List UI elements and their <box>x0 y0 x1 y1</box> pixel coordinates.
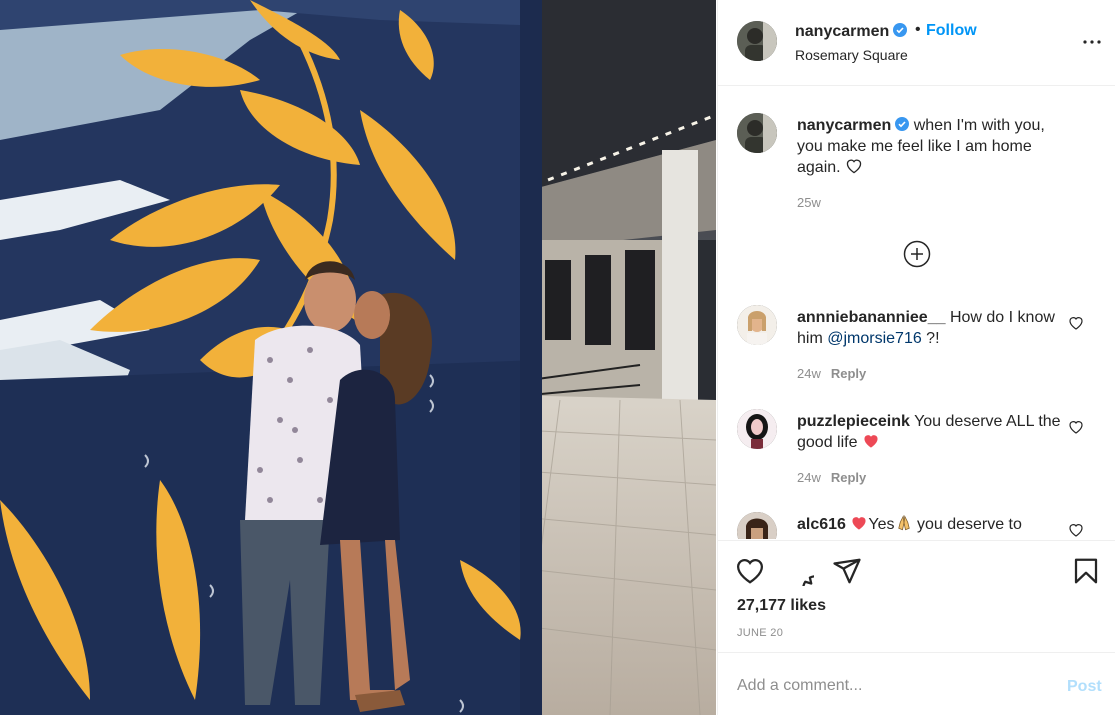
author-username[interactable]: nanycarmen <box>795 23 908 41</box>
verified-badge-icon <box>893 23 908 37</box>
caption-username[interactable]: nanycarmen <box>797 117 891 134</box>
add-comment-bar: Post <box>718 654 1115 715</box>
plus-circle-icon[interactable] <box>903 240 931 268</box>
post-date[interactable]: JUNE 20 <box>737 627 783 639</box>
comments-list[interactable]: nanycarmen when I'm with you, you make m… <box>718 87 1115 539</box>
more-options-icon[interactable] <box>1080 30 1104 54</box>
heart-emoji-icon <box>846 159 862 174</box>
praying-hands-emoji-icon <box>897 514 910 531</box>
comment-text: annniebananniee__ How do I know him @jmo… <box>797 309 1055 347</box>
separator-dot: • <box>915 21 921 38</box>
comment-username[interactable]: annniebananniee__ <box>797 309 946 326</box>
heart-icon[interactable] <box>1068 419 1084 435</box>
comment-text: alc616 Yes you deserve to <box>797 514 1022 533</box>
comment-input[interactable] <box>737 672 1037 700</box>
red-heart-emoji-icon <box>852 517 866 530</box>
comment-meta: 24w Reply <box>797 470 867 485</box>
reply-button[interactable]: Reply <box>831 470 866 485</box>
heart-icon[interactable] <box>735 556 765 586</box>
author-avatar[interactable] <box>737 21 777 61</box>
comment-meta: 24w Reply <box>797 366 867 381</box>
comment-text: puzzlepieceink You deserve ALL the good … <box>797 413 1061 451</box>
likes-count[interactable]: 27,177 likes <box>737 597 826 615</box>
mention-link[interactable]: @jmorsie716 <box>827 330 922 347</box>
post-photo[interactable] <box>0 0 716 715</box>
post-actions: 27,177 likes JUNE 20 <box>718 540 1115 653</box>
post-photo-image <box>0 0 716 715</box>
comment-username[interactable]: puzzlepieceink <box>797 413 910 430</box>
follow-button[interactable]: Follow <box>926 22 977 40</box>
comment-username[interactable]: alc616 <box>797 516 846 533</box>
commenter-avatar[interactable] <box>737 512 777 539</box>
post-location[interactable]: Rosemary Square <box>795 47 908 63</box>
post-comment-button[interactable]: Post <box>1067 678 1102 696</box>
commenter-avatar[interactable] <box>737 409 777 449</box>
verified-badge-icon <box>895 117 910 131</box>
post-header: nanycarmen • Follow Rosemary Square <box>718 0 1115 86</box>
reply-button[interactable]: Reply <box>831 366 866 381</box>
caption-time: 25w <box>797 195 821 210</box>
commenter-avatar[interactable] <box>737 305 777 345</box>
heart-icon[interactable] <box>1068 522 1084 538</box>
bookmark-icon[interactable] <box>1071 556 1101 586</box>
red-heart-emoji-icon <box>864 435 878 448</box>
caption-text: nanycarmen when I'm with you, you make m… <box>797 115 1067 178</box>
heart-icon[interactable] <box>1068 315 1084 331</box>
author-avatar[interactable] <box>737 113 777 153</box>
post-side-panel: nanycarmen • Follow Rosemary Square nany… <box>717 0 1115 715</box>
share-icon[interactable] <box>832 556 862 586</box>
comment-icon[interactable] <box>784 556 814 586</box>
